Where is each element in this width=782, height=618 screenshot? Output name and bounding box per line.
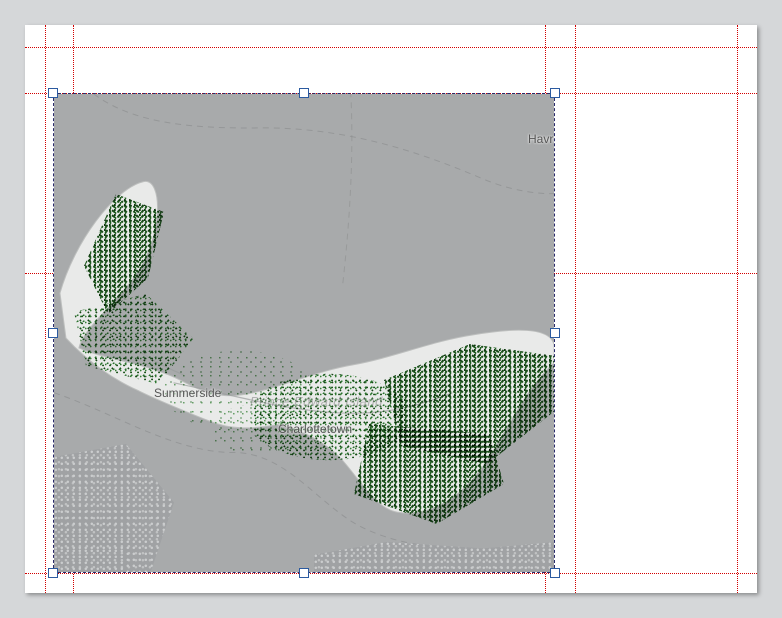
guide-horizontal — [25, 573, 757, 574]
handle-top-right[interactable] — [550, 88, 560, 98]
label-summerside: Summerside — [154, 386, 221, 400]
guide-horizontal — [25, 47, 757, 48]
guide-vertical — [575, 25, 576, 593]
guide-vertical — [45, 25, 46, 593]
map-frame[interactable]: Summerside Charlottetown Prince Edward I… — [53, 93, 555, 573]
label-region: Prince Edward Island — [250, 394, 383, 409]
guide-vertical — [737, 25, 738, 593]
handle-top-left[interactable] — [48, 88, 58, 98]
handle-bottom-left[interactable] — [48, 568, 58, 578]
handle-bottom-right[interactable] — [550, 568, 560, 578]
label-charlottetown: Charlottetown — [278, 422, 352, 436]
handle-top-middle[interactable] — [299, 88, 309, 98]
mainland-patch — [54, 549, 124, 573]
page-canvas: Summerside Charlottetown Prince Edward I… — [25, 25, 757, 593]
label-havre: Havre — [528, 132, 555, 146]
handle-middle-right[interactable] — [550, 328, 560, 338]
handle-bottom-middle[interactable] — [299, 568, 309, 578]
handle-middle-left[interactable] — [48, 328, 58, 338]
